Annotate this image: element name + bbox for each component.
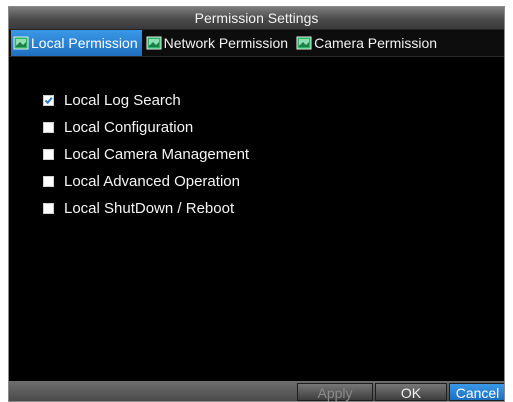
permission-label: Local Advanced Operation: [64, 173, 240, 190]
tab-network-permission[interactable]: Network Permission: [144, 30, 292, 56]
permission-row-local-shutdown-reboot: Local ShutDown / Reboot: [43, 195, 504, 222]
tab-label: Local Permission: [31, 35, 138, 51]
tab-icon: [13, 35, 29, 51]
permission-list: Local Log Search Local Configuration Loc…: [9, 57, 504, 222]
apply-button[interactable]: Apply: [297, 383, 373, 401]
permission-settings-dialog: Permission Settings Local Permission Net…: [8, 6, 505, 402]
tab-icon: [146, 35, 162, 51]
checkbox-local-configuration[interactable]: [43, 122, 54, 133]
dialog-footer: Apply OK Cancel: [9, 381, 504, 401]
tab-local-permission[interactable]: Local Permission: [11, 30, 142, 56]
permission-row-local-log-search: Local Log Search: [43, 87, 504, 114]
checkmark-icon: [44, 97, 53, 105]
checkbox-local-camera-management[interactable]: [43, 149, 54, 160]
tab-label: Network Permission: [163, 35, 289, 51]
checkbox-local-log-search[interactable]: [43, 95, 54, 106]
permission-tabs: Local Permission Network Permission Came…: [9, 30, 504, 57]
permission-label: Local Log Search: [64, 92, 181, 109]
tab-label: Camera Permission: [314, 35, 438, 51]
cancel-button[interactable]: Cancel: [449, 383, 504, 401]
checkbox-local-shutdown-reboot[interactable]: [43, 203, 54, 214]
ok-button[interactable]: OK: [375, 383, 447, 401]
permission-row-local-camera-management: Local Camera Management: [43, 141, 504, 168]
permission-label: Local Camera Management: [64, 146, 250, 163]
dialog-title: Permission Settings: [9, 7, 504, 30]
permission-row-local-configuration: Local Configuration: [43, 114, 504, 141]
permission-row-local-advanced-operation: Local Advanced Operation: [43, 168, 504, 195]
tab-camera-permission[interactable]: Camera Permission: [294, 30, 441, 56]
permission-label: Local ShutDown / Reboot: [64, 200, 235, 217]
permission-label: Local Configuration: [64, 119, 194, 136]
checkbox-local-advanced-operation[interactable]: [43, 176, 54, 187]
tab-icon: [296, 35, 312, 51]
